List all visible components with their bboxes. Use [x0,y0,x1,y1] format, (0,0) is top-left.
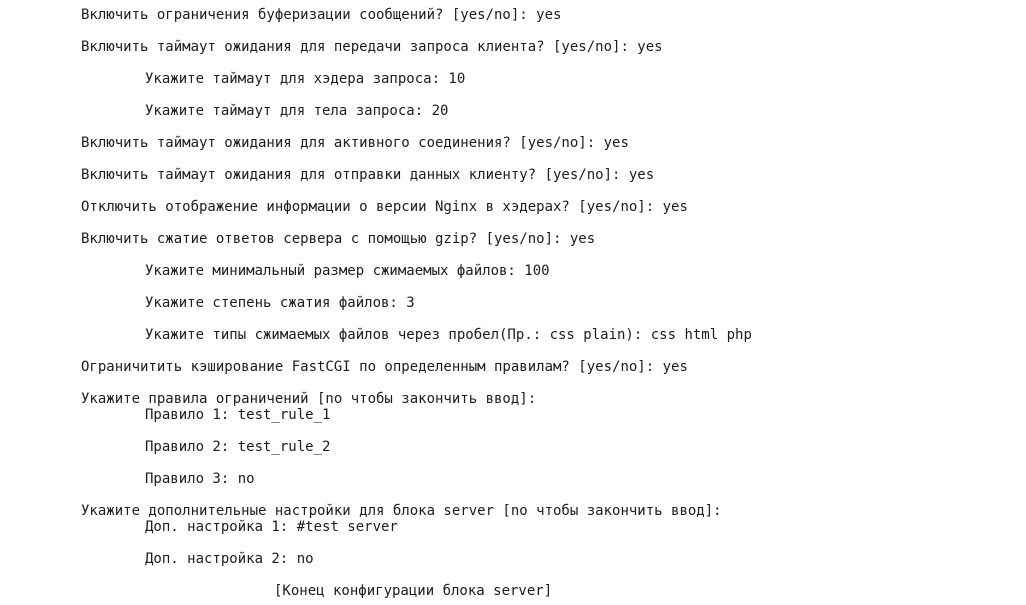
terminal-line: Включить таймаут ожидания для отправки д… [81,167,655,183]
terminal-line: Доп. настройка 2: no [145,551,314,567]
terminal-line: Включить таймаут ожидания для активного … [81,135,629,151]
terminal-line: Включить таймаут ожидания для передачи з… [81,39,663,55]
terminal-line: Отключить отображение информации о верси… [81,199,688,215]
terminal-line: Доп. настройка 1: #test server [145,519,398,535]
terminal-line: Правило 3: no [145,471,255,487]
terminal-line: Укажите таймаут для хэдера запроса: 10 [145,71,466,87]
terminal-line: Ограничитить кэширование FastCGI по опре… [81,359,688,375]
terminal-line: Правило 2: test_rule_2 [145,439,331,455]
terminal-line: Укажите минимальный размер сжимаемых фай… [145,263,550,279]
terminal-line: Правило 1: test_rule_1 [145,407,331,423]
terminal-line: Включить сжатие ответов сервера с помощь… [81,231,596,247]
terminal-line: [Конец конфигурации блока server] [274,583,553,599]
terminal-line: Укажите типы сжимаемых файлов через проб… [145,327,752,343]
terminal-output: Включить ограничения буферизации сообщен… [0,0,1026,605]
terminal-line: Укажите таймаут для тела запроса: 20 [145,103,449,119]
terminal-line: Включить ограничения буферизации сообщен… [81,7,562,23]
terminal-line: Укажите степень сжатия файлов: 3 [145,295,415,311]
